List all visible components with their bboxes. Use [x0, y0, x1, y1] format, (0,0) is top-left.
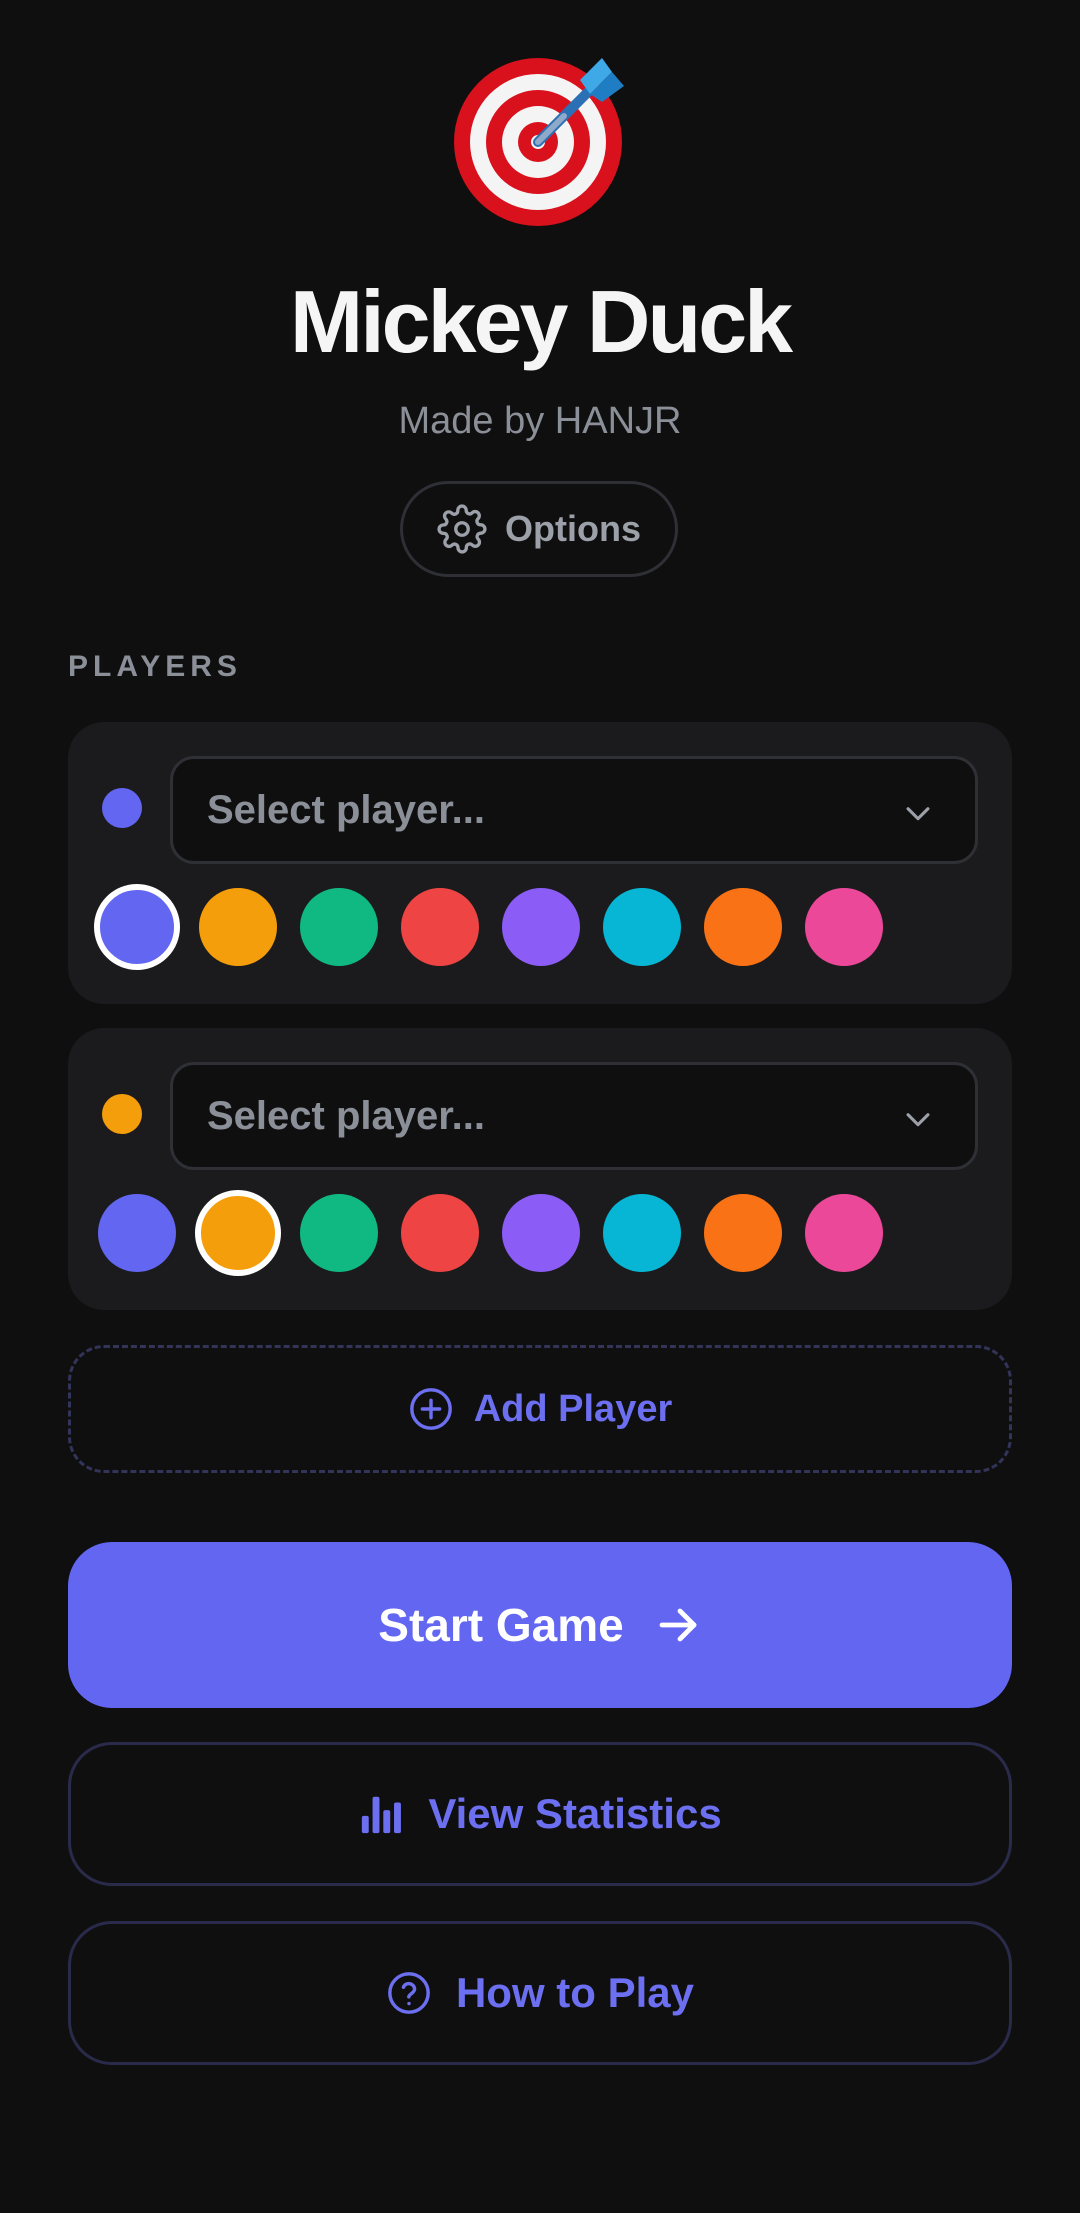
player-card: Select player... — [68, 1028, 1012, 1310]
color-swatch-red[interactable] — [401, 1194, 479, 1272]
view-statistics-button[interactable]: View Statistics — [68, 1742, 1012, 1886]
start-game-button[interactable]: Start Game — [68, 1542, 1012, 1708]
color-swatch-pink[interactable] — [805, 888, 883, 966]
color-swatch-violet[interactable] — [502, 888, 580, 966]
view-statistics-label: View Statistics — [428, 1790, 722, 1837]
color-swatch-violet[interactable] — [502, 1194, 580, 1272]
chevron-down-icon — [901, 1101, 935, 1135]
player-select-placeholder: Select player... — [207, 787, 485, 832]
app-subtitle: Made by HANJR — [398, 400, 682, 442]
chevron-down-icon — [901, 795, 935, 829]
color-swatch-cyan[interactable] — [603, 1194, 681, 1272]
player-card: Select player... — [68, 722, 1012, 1004]
player-color-dot — [102, 1094, 142, 1134]
options-label: Options — [505, 508, 641, 549]
color-swatch-indigo[interactable] — [94, 884, 180, 970]
color-swatch-orange[interactable] — [704, 1194, 782, 1272]
player-select-placeholder: Select player... — [207, 1093, 485, 1138]
plus-circle-icon — [408, 1386, 454, 1432]
color-swatch-orange[interactable] — [704, 888, 782, 966]
help-circle-icon — [386, 1970, 432, 2016]
add-player-button[interactable]: Add Player — [68, 1345, 1012, 1473]
player-select[interactable]: Select player... — [170, 756, 978, 864]
color-swatch-emerald[interactable] — [300, 888, 378, 966]
dartboard-icon — [452, 52, 628, 228]
player-select[interactable]: Select player... — [170, 1062, 978, 1170]
add-player-label: Add Player — [473, 1387, 673, 1430]
options-button[interactable]: Options — [400, 481, 678, 577]
color-swatch-emerald[interactable] — [300, 1194, 378, 1272]
color-swatch-indigo[interactable] — [98, 1194, 176, 1272]
how-to-play-button[interactable]: How to Play — [68, 1921, 1012, 2065]
player-color-dot — [102, 788, 142, 828]
color-swatch-red[interactable] — [401, 888, 479, 966]
color-swatch-pink[interactable] — [805, 1194, 883, 1272]
start-game-label: Start Game — [378, 1599, 624, 1651]
app-title: Mickey Duck — [289, 272, 793, 371]
color-swatch-amber[interactable] — [195, 1190, 281, 1276]
players-section-label: PLAYERS — [68, 650, 242, 683]
color-swatch-amber[interactable] — [199, 888, 277, 966]
gear-icon — [437, 504, 487, 554]
bar-chart-icon — [358, 1791, 404, 1837]
arrow-right-icon — [654, 1601, 702, 1649]
how-to-play-label: How to Play — [455, 1969, 695, 2016]
color-swatch-cyan[interactable] — [603, 888, 681, 966]
